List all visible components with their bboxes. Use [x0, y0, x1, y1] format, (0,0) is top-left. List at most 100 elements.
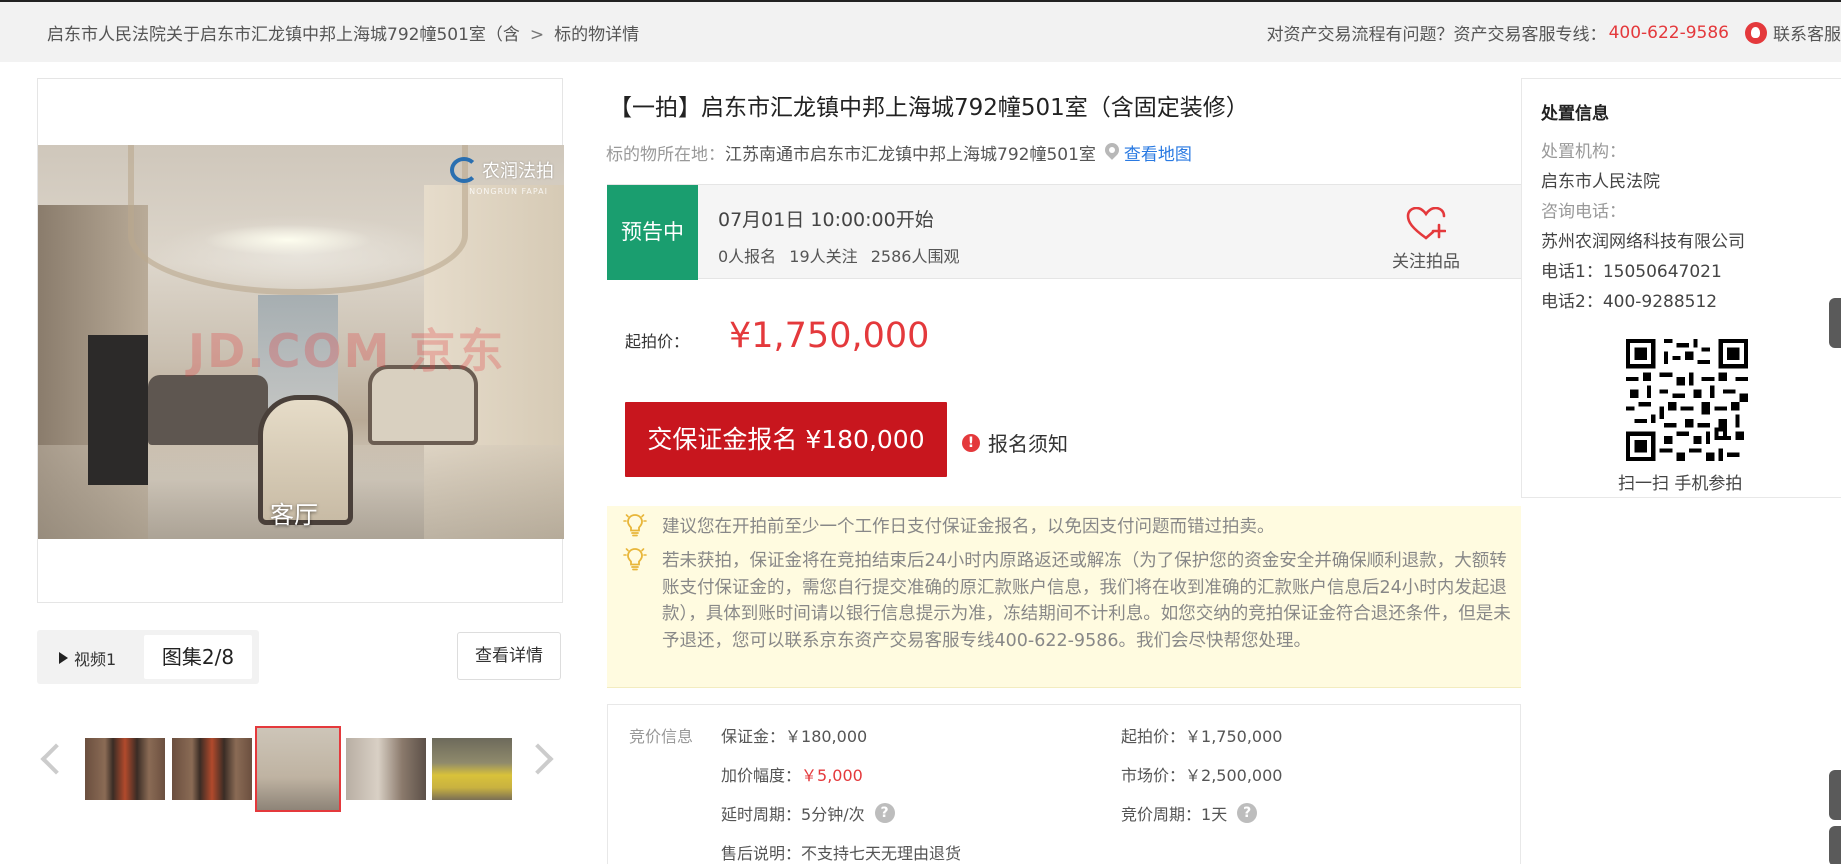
jd-watermark: JD.COM 京东 [188, 324, 506, 378]
follow-label: 关注拍品 [1392, 252, 1460, 272]
deposit-label: 保证金： [721, 727, 786, 746]
brand-watermark: 农润法拍 NONGRUN FAPAI [450, 157, 554, 196]
location-address: 江苏南通市启东市汇龙镇中邦上海城792幢501室 [725, 145, 1096, 165]
delay-value: 5分钟/次 [801, 805, 865, 824]
delay-label: 延时周期： [721, 805, 802, 824]
lightbulb-icon [623, 514, 647, 537]
auction-start-time: 07月01日 10:00:00开始 [718, 209, 934, 231]
media-tabs: 视频1 图集2/8 [37, 630, 259, 684]
breadcrumb-separator: > [529, 25, 545, 45]
qr-code [1626, 339, 1748, 461]
tab-album[interactable]: 图集2/8 [144, 635, 252, 679]
bid-start-label: 起拍价： [1121, 727, 1186, 746]
thumbnail-1[interactable] [85, 738, 165, 800]
image-gallery: JD.COM 京东 农润法拍 NONGRUN FAPAI 客厅 [37, 78, 564, 603]
phone1: 电话1：15050647021 [1541, 262, 1722, 282]
increment-value: ￥5,000 [801, 766, 863, 785]
heart-plus-icon [1406, 207, 1446, 240]
item-title: 【一拍】启东市汇龙镇中邦上海城792幢501室（含固定装修） [609, 95, 1249, 121]
tab-video[interactable]: 视频1 [59, 646, 116, 670]
deposit-row: 保证金： ￥180,000 [721, 723, 867, 747]
customer-service-icon[interactable] [1745, 21, 1767, 44]
status-badge: 预告中 [607, 185, 698, 280]
top-bar: 启东市人民法院关于启东市汇龙镇中邦上海城792幢501室（含 > 标的物详情 对资产… [0, 0, 1841, 62]
brand-watermark-text: 农润法拍 [482, 161, 554, 182]
start-price-value: ¥1,750,000 [729, 316, 930, 356]
photo-ceiling [128, 145, 468, 295]
follow-item-button[interactable]: 关注拍品 [1371, 207, 1481, 272]
breadcrumb: 启东市人民法院关于启东市汇龙镇中邦上海城792幢501室（含 > 标的物详情 [47, 20, 639, 45]
cycle-label: 竞价周期： [1121, 805, 1202, 824]
aftersale-value: 不支持七天无理由退货 [801, 844, 962, 863]
cycle-row: 竞价周期： 1天 ? [1121, 801, 1258, 825]
increment-label: 加价幅度： [721, 766, 802, 785]
scroll-indicator[interactable] [1829, 770, 1841, 820]
qr-caption: 扫一扫 手机参拍 [1618, 474, 1743, 494]
thumbnail-3-active[interactable] [255, 726, 341, 812]
thumbnail-strip [37, 720, 563, 820]
disposal-title: 处置信息 [1541, 104, 1609, 124]
service-question-text: 对资产交易流程有问题？资产交易客服专线： [1266, 25, 1607, 45]
tip-item: 若未获拍，保证金将在竞拍结束后24小时内原路返还或解冻（为了保护您的资金安全并确… [622, 548, 1514, 654]
service-phone: 400-622-9586 [1608, 22, 1729, 43]
pay-deposit-button[interactable]: 交保证金报名 ¥180,000 [625, 402, 947, 477]
aftersale-row: 售后说明： 不支持七天无理由退货 [721, 840, 961, 864]
photo-sofa-left [148, 375, 268, 445]
view-details-button[interactable]: 查看详情 [457, 632, 561, 680]
play-icon [59, 652, 68, 664]
consult-label: 咨询电话： [1541, 202, 1626, 222]
signup-count: 0人报名 [718, 247, 777, 266]
breadcrumb-item-court[interactable]: 启东市人民法院关于启东市汇龙镇中邦上海城792幢501室（含 [47, 25, 520, 45]
scroll-indicator[interactable] [1829, 826, 1841, 864]
consult-value: 苏州农润网络科技有限公司 [1541, 232, 1745, 252]
cycle-value: 1天 [1201, 805, 1228, 824]
breadcrumb-item-detail: 标的物详情 [554, 25, 640, 45]
deposit-value: ￥180,000 [785, 727, 868, 746]
org-value: 启东市人民法院 [1541, 172, 1660, 192]
aftersale-label: 售后说明： [721, 844, 802, 863]
scroll-indicator[interactable] [1829, 298, 1841, 348]
thumbnail-5[interactable] [432, 738, 512, 800]
bid-info-panel: 竞价信息 保证金： ￥180,000 起拍价： ￥1,750,000 加价幅度：… [607, 704, 1521, 864]
bid-info-title: 竞价信息 [629, 727, 694, 746]
view-map-link[interactable]: 查看地图 [1124, 140, 1192, 165]
tip-text: 建议您在开拍前至少一个工作日支付保证金报名，以免因支付问题而错过拍卖。 [662, 517, 1275, 537]
bid-start-value: ￥1,750,000 [1185, 727, 1283, 746]
registration-notice-label: 报名须知 [988, 432, 1068, 456]
item-location: 标的物所在地： 江苏南通市启东市汇龙镇中邦上海城792幢501室 查看地图 [606, 140, 1192, 165]
chevron-right-icon[interactable] [522, 743, 554, 775]
chevron-left-icon[interactable] [40, 743, 72, 775]
delay-row: 延时周期： 5分钟/次 ? [721, 801, 895, 825]
tab-video-label: 视频1 [74, 650, 117, 669]
registration-notice-link[interactable]: ! 报名须知 [962, 428, 1068, 457]
start-price-row: 起拍价： ￥1,750,000 [1121, 723, 1282, 747]
org-label: 处置机构： [1541, 142, 1626, 162]
auction-status-bar: 预告中 07月01日 10:00:00开始 0人报名 19人关注 2586人围观… [607, 184, 1521, 280]
main-photo[interactable]: JD.COM 京东 农润法拍 NONGRUN FAPAI 客厅 [38, 145, 564, 539]
viewer-count: 2586人围观 [870, 247, 960, 266]
contact-service-link[interactable]: 联系客服 [1773, 20, 1841, 45]
brand-logo-icon [450, 157, 478, 183]
market-price-label: 市场价： [1121, 766, 1186, 785]
location-label: 标的物所在地： [606, 145, 725, 165]
service-contact: 对资产交易流程有问题？资产交易客服专线： 400-622-9586 联系客服 [1267, 20, 1841, 45]
follower-count: 19人关注 [789, 247, 858, 266]
thumbnail-4[interactable] [346, 738, 426, 800]
thumbnail-2[interactable] [172, 738, 252, 800]
start-price-label: 起拍价： [625, 332, 690, 351]
disposal-info-panel: 处置信息 处置机构： 启东市人民法院 咨询电话： 苏州农润网络科技有限公司 电话… [1521, 78, 1841, 498]
auction-stats: 0人报名 19人关注 2586人围观 [718, 243, 967, 267]
phone2: 电话2：400-9288512 [1541, 292, 1718, 312]
help-icon[interactable]: ? [874, 803, 895, 823]
lightbulb-icon [623, 548, 647, 571]
market-price-value: ￥2,500,000 [1185, 766, 1283, 785]
help-icon[interactable]: ? [1237, 803, 1258, 823]
tip-text: 若未获拍，保证金将在竞拍结束后24小时内原路返还或解冻（为了保护您的资金安全并确… [662, 551, 1511, 651]
room-label: 客厅 [270, 501, 318, 529]
increment-row: 加价幅度： ￥5,000 [721, 762, 863, 786]
photo-tv-cabinet [88, 335, 148, 485]
map-pin-icon [1104, 143, 1120, 163]
tip-item: 建议您在开拍前至少一个工作日支付保证金报名，以免因支付问题而错过拍卖。 [622, 514, 1514, 541]
tips-panel: 建议您在开拍前至少一个工作日支付保证金报名，以免因支付问题而错过拍卖。 若未获拍… [607, 506, 1521, 688]
market-price-row: 市场价： ￥2,500,000 [1121, 762, 1282, 786]
